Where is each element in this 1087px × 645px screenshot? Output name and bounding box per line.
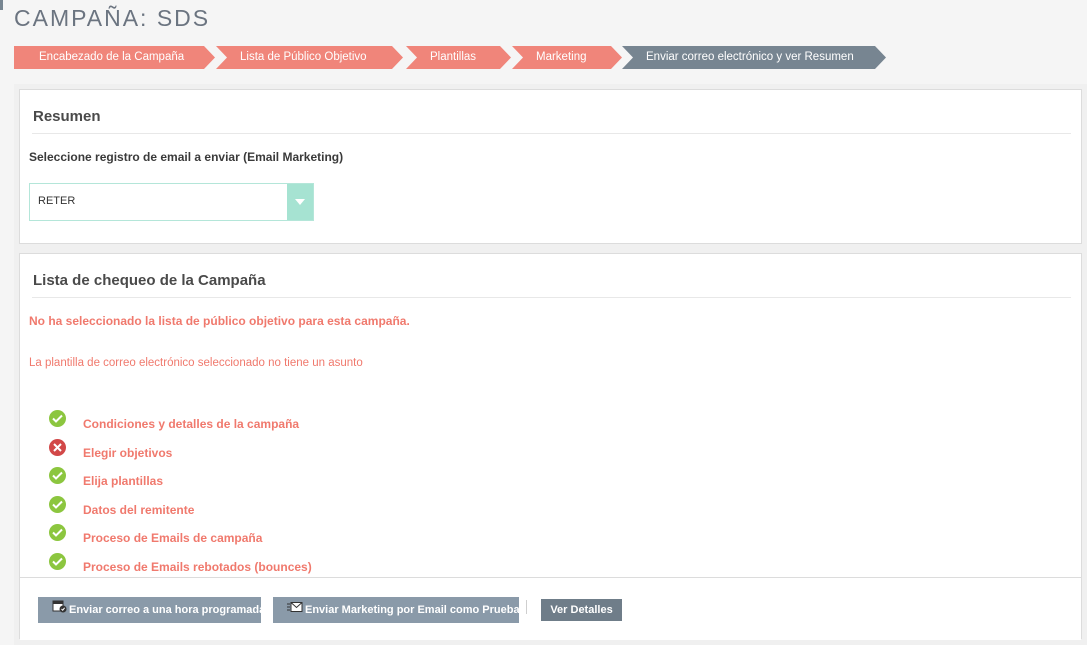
- summary-divider: [32, 133, 1071, 134]
- summary-panel: Resumen Seleccione registro de email a e…: [19, 89, 1082, 244]
- action-bar: Enviar correo a una hora programada Envi…: [20, 577, 1081, 640]
- email-select-value: RETER: [38, 195, 76, 207]
- schedule-send-button[interactable]: Enviar correo a una hora programada: [38, 597, 265, 623]
- check-circle-icon: [49, 410, 66, 427]
- chevron-down-icon[interactable]: [287, 184, 313, 220]
- view-details-button[interactable]: Ver Detalles: [541, 599, 622, 621]
- check-circle-icon: [49, 495, 66, 513]
- checklist-title: Lista de chequeo de la Campaña: [33, 272, 266, 289]
- wizard-step-enviar-resumen[interactable]: Enviar correo electrónico y ver Resumen: [622, 46, 886, 69]
- summary-title: Resumen: [33, 108, 101, 125]
- checklist-item-label[interactable]: Proceso de Emails rebotados (bounces): [83, 560, 312, 574]
- wizard-step-publico-objetivo[interactable]: Lista de Público Objetivo: [216, 46, 403, 69]
- wizard-step-encabezado[interactable]: Encabezado de la Campaña: [14, 46, 215, 69]
- wizard-step-plantillas[interactable]: Plantillas: [406, 46, 511, 69]
- checklist-item-label[interactable]: Condiciones y detalles de la campaña: [83, 417, 299, 431]
- send-test-label: Enviar Marketing por Email como Pruebas: [305, 604, 526, 616]
- checklist-divider: [32, 297, 1071, 298]
- warning-no-subject: La plantilla de correo electrónico selec…: [29, 357, 363, 369]
- check-circle-icon: [49, 467, 66, 485]
- checklist-item-label[interactable]: Elija plantillas: [83, 474, 163, 488]
- wizard-step-marketing[interactable]: Marketing: [512, 46, 622, 69]
- checklist-item-label[interactable]: Proceso de Emails de campaña: [83, 531, 262, 545]
- email-select-label: Seleccione registro de email a enviar (E…: [29, 150, 344, 164]
- page-title: CAMPAÑA: SDS: [14, 5, 211, 31]
- check-circle-icon: [49, 552, 66, 570]
- button-divider: [526, 600, 527, 614]
- send-test-button[interactable]: Enviar Marketing por Email como Pruebas: [273, 597, 526, 623]
- check-circle-icon: [49, 524, 66, 542]
- calendar-send-icon: [52, 597, 67, 623]
- checklist-item-label[interactable]: Elegir objetivos: [83, 446, 172, 460]
- checklist-item-label[interactable]: Datos del remitente: [83, 503, 194, 517]
- checklist-panel: Lista de chequeo de la Campaña No ha sel…: [19, 253, 1082, 640]
- schedule-send-label: Enviar correo a una hora programada: [69, 604, 266, 616]
- warning-no-targets: No ha seleccionado la lista de público o…: [29, 314, 410, 328]
- envelope-send-icon: [287, 597, 303, 623]
- window-edge: [0, 0, 3, 10]
- email-marketing-select[interactable]: RETER: [29, 183, 314, 221]
- error-circle-icon: [49, 438, 66, 456]
